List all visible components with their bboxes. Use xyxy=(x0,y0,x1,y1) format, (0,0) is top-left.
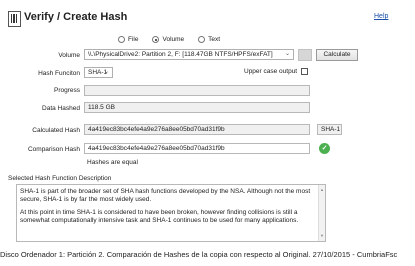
image-caption: Disco Ordenador 1: Partición 2. Comparac… xyxy=(0,250,398,259)
uppercase-label: Upper case output xyxy=(244,68,298,75)
browse-button[interactable] xyxy=(298,49,312,61)
scroll-down-icon[interactable]: ▼ xyxy=(320,232,324,240)
chevron-down-icon: ⌄ xyxy=(103,69,109,75)
source-radio-group: File Volume Text xyxy=(118,36,220,43)
radio-file[interactable]: File xyxy=(118,36,138,43)
radio-circle[interactable] xyxy=(152,36,160,43)
description-scrollbar[interactable]: ▲ ▼ xyxy=(318,185,325,241)
comparison-hash-input[interactable]: 4a419ec83bc4efe4a9e276a8ee05bd70ad31f9b xyxy=(84,143,310,154)
description-group: Selected Hash Function Description SHA-1… xyxy=(8,175,336,243)
window-title: Verify / Create Hash xyxy=(24,11,128,23)
volume-label: Volume xyxy=(58,52,80,59)
progress-label: Progress xyxy=(53,87,80,94)
hash-function-select[interactable]: SHA-1 ⌄ xyxy=(84,67,113,78)
radio-text[interactable]: Text xyxy=(198,36,220,43)
uppercase-checkbox[interactable] xyxy=(301,68,308,75)
volume-select[interactable]: \\.\PhysicalDrive2: Partition 2, F: [118… xyxy=(84,49,294,60)
data-hashed-field: 118.5 GB xyxy=(84,102,310,113)
description-paragraph-2: At this point in time SHA-1 is considere… xyxy=(20,209,299,224)
calculate-button[interactable]: Calculate xyxy=(316,49,358,61)
calculated-hash-algo: SHA-1 xyxy=(317,124,342,135)
data-hashed-label: Data Hashed xyxy=(42,105,80,112)
description-paragraph-1: SHA-1 is part of the broader set of SHA … xyxy=(20,188,311,203)
hash-function-label: Hash Funciton xyxy=(38,70,80,77)
radio-volume[interactable]: Volume xyxy=(152,36,184,43)
progress-bar xyxy=(84,85,310,96)
hash-result-text: Hashes are equal xyxy=(87,159,138,166)
calculated-hash-field: 4a419ec83bc4efe4a9e276a8ee05bd70ad31f9b xyxy=(84,124,310,135)
checkmark-icon: ✓ xyxy=(319,143,330,154)
description-title: Selected Hash Function Description xyxy=(8,175,112,182)
volume-value: \\.\PhysicalDrive2: Partition 2, F: [118… xyxy=(88,51,273,58)
calculated-hash-label: Calculated Hash xyxy=(32,127,80,134)
chevron-down-icon: ⌄ xyxy=(284,51,290,57)
radio-circle[interactable] xyxy=(198,36,206,43)
scroll-up-icon[interactable]: ▲ xyxy=(320,186,324,194)
description-box: SHA-1 is part of the broader set of SHA … xyxy=(16,184,326,242)
radio-circle[interactable] xyxy=(118,36,125,43)
help-link[interactable]: Help xyxy=(374,13,388,20)
barcode-icon xyxy=(8,11,21,27)
hash-window: Verify / Create Hash Help File Volume Te… xyxy=(0,0,415,245)
comparison-hash-label: Comparison Hash xyxy=(27,146,80,153)
